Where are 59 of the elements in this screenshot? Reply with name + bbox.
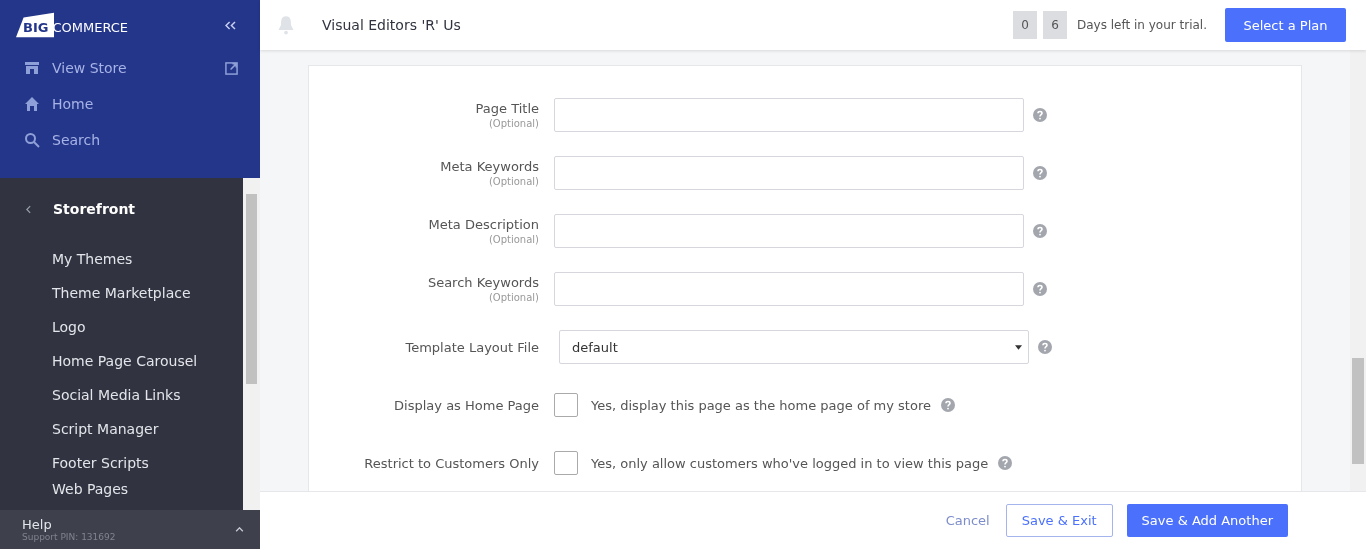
help-icon[interactable] bbox=[998, 456, 1013, 470]
field-label: Template Layout File bbox=[405, 339, 539, 355]
dropdown-arrow-icon bbox=[1015, 344, 1022, 350]
input-field[interactable] bbox=[554, 156, 1024, 190]
caret-icon[interactable] bbox=[235, 527, 244, 532]
sidebar-item[interactable]: Logo bbox=[0, 310, 243, 344]
sidebar-item[interactable]: My Themes bbox=[0, 242, 243, 276]
dropdown[interactable]: default bbox=[559, 330, 1029, 364]
optional-hint: (Optional) bbox=[488, 176, 539, 187]
sidebar-item[interactable]: Web Pages bbox=[0, 480, 243, 500]
nav-link[interactable]: Search bbox=[24, 122, 244, 158]
select-plan-button[interactable]: Select a Plan bbox=[1225, 8, 1346, 42]
field-label: Meta Description bbox=[428, 217, 539, 232]
save-add-another-button[interactable]: Save & Add Another bbox=[1126, 504, 1288, 537]
checkbox[interactable] bbox=[554, 393, 578, 417]
input-field[interactable] bbox=[554, 272, 1024, 306]
field-label: Page Title bbox=[475, 101, 539, 116]
help-icon[interactable] bbox=[1033, 224, 1047, 238]
field-label: Search Keywords bbox=[427, 275, 539, 290]
checkbox[interactable] bbox=[554, 451, 578, 475]
help-icon[interactable] bbox=[1033, 166, 1047, 180]
bell-icon[interactable] bbox=[276, 15, 296, 35]
field-label: Restrict to Customers Only bbox=[364, 455, 539, 471]
sidebar-item[interactable]: Theme Marketplace bbox=[0, 276, 243, 310]
help-icon[interactable] bbox=[1033, 108, 1047, 122]
section-title[interactable]: Storefront bbox=[53, 201, 136, 217]
sidebar-item[interactable]: Footer Scripts bbox=[0, 446, 243, 480]
store-icon bbox=[24, 60, 40, 76]
sidebar-item[interactable]: Home Page Carousel bbox=[0, 344, 243, 378]
optional-hint: (Optional) bbox=[488, 118, 539, 129]
help-icon[interactable] bbox=[940, 398, 955, 412]
collapse-icon[interactable] bbox=[225, 20, 236, 30]
home-icon bbox=[24, 96, 40, 112]
scrollbar[interactable] bbox=[243, 178, 260, 510]
help-panel[interactable]: Help Support PIN: 131692 bbox=[0, 510, 260, 549]
field-label: Meta Keywords bbox=[440, 159, 539, 174]
checkbox-label: Yes, display this page as the home page of my store bbox=[591, 397, 931, 413]
store-name: Visual Editors 'R' Us bbox=[322, 17, 461, 33]
search-icon bbox=[24, 132, 40, 148]
sidebar-item[interactable]: Social Media Links bbox=[0, 378, 243, 412]
optional-hint: (Optional) bbox=[488, 234, 539, 245]
checkbox-label: Yes, only allow customers who've logged in to view this page bbox=[591, 455, 989, 471]
back-chevron-icon[interactable] bbox=[26, 204, 31, 214]
help-icon[interactable] bbox=[1033, 282, 1047, 296]
nav-link[interactable]: View Store bbox=[24, 50, 244, 86]
save-exit-button[interactable]: Save & Exit bbox=[1005, 504, 1113, 537]
input-field[interactable] bbox=[554, 98, 1024, 132]
external-link-icon[interactable] bbox=[225, 61, 238, 75]
optional-hint: (Optional) bbox=[488, 292, 539, 303]
input-field[interactable] bbox=[554, 214, 1024, 248]
trial-day-digit: 0 bbox=[1012, 11, 1037, 39]
logo[interactable]: BIG COMMERCE bbox=[16, 12, 129, 38]
trial-text: Days left in your trial. bbox=[1076, 18, 1207, 32]
sidebar-item[interactable]: Script Manager bbox=[0, 412, 243, 446]
scrollbar[interactable] bbox=[1350, 50, 1366, 491]
field-label: Display as Home Page bbox=[394, 397, 539, 413]
trial-day-digit: 6 bbox=[1042, 11, 1067, 39]
help-icon[interactable] bbox=[1038, 340, 1052, 354]
nav-link[interactable]: Home bbox=[24, 86, 244, 122]
